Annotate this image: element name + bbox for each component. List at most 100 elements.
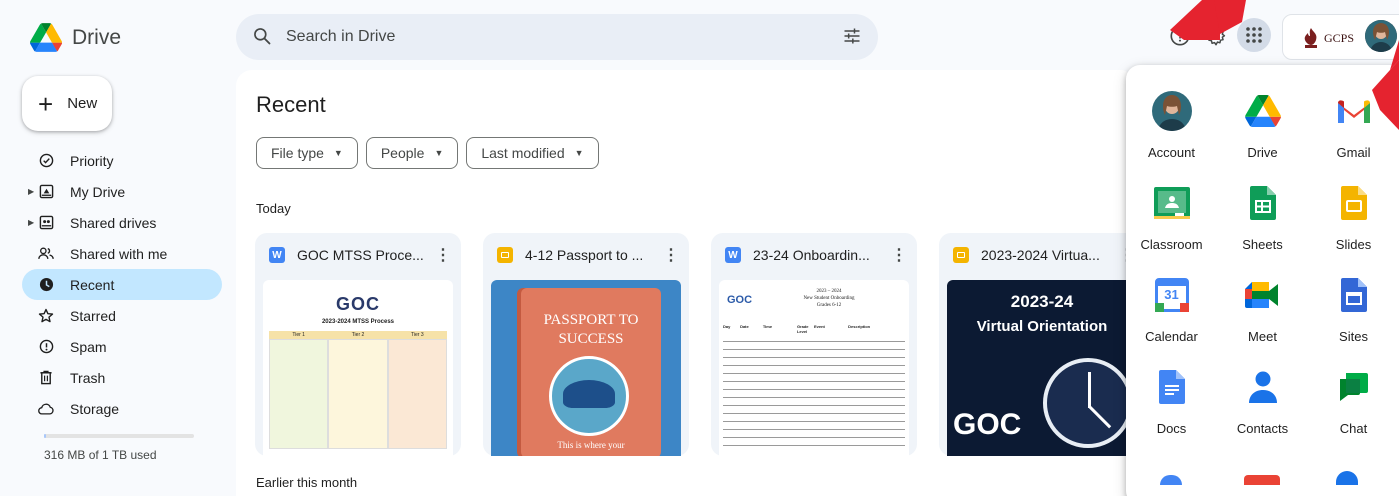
more-options-icon[interactable]: ⋮ [663,245,679,265]
sidebar-item-priority[interactable]: Priority [22,145,222,176]
main-content: Recent File type ▼ People ▼ Last modified ▼… [236,70,1145,496]
thumb-col: Time [762,324,773,329]
thumb-footer: This is where your [557,440,625,450]
file-thumbnail: PASSPORT TO SUCCESS This is where your [491,280,681,456]
more-options-icon[interactable]: ⋮ [435,245,451,265]
app-slides[interactable]: Slides [1308,181,1399,259]
drive-icon [1243,91,1283,131]
annotation-arrow-icon [1372,40,1399,130]
app-label: Chat [1339,421,1368,436]
google-apps-panel: Account Drive Gmail Classroom Sheets Sli… [1126,65,1399,496]
file-card[interactable]: 2023-2024 Virtua... ⋮ 2023-24 Virtual Or… [939,233,1145,456]
thumb-table-header: Tier 1 Tier 2 Tier 3 [269,331,447,339]
file-card[interactable]: 4-12 Passport to ... ⋮ PASSPORT TO SUCCE… [483,233,689,456]
calendar-date: 31 [1164,287,1179,302]
thumb-logo: GOC [953,408,1022,441]
search-icon[interactable] [252,26,272,51]
file-thumbnail: GOC 2023 – 2024 New Student Onboarding G… [719,280,909,456]
section-today: Today [256,201,291,216]
file-card-header: W 23-24 Onboardin... ⋮ [725,245,907,265]
my-drive-icon [38,184,54,200]
org-logo: GCPS [1301,27,1354,49]
file-card-header: 2023-2024 Virtua... ⋮ [953,245,1135,265]
shared-drives-icon [38,215,54,231]
slides-file-icon [953,247,969,263]
app-sheets[interactable]: Sheets [1217,181,1308,259]
thumb-title-line: Grades 6-12 [816,303,842,308]
filter-label: People [380,145,425,161]
sidebar-item-recent[interactable]: Recent [22,269,222,300]
app-account[interactable]: Account [1126,89,1217,167]
sidebar-item-label: Starred [70,307,116,324]
drive-window: Drive GCPS [0,0,1399,496]
app-label: Gmail [1336,145,1371,160]
sidebar-item-label: Priority [70,152,114,169]
more-options-icon[interactable]: ⋮ [891,245,907,265]
app-calendar[interactable]: 31 Calendar [1126,273,1217,351]
app-label: Sheets [1242,237,1283,252]
thumb-logo: GOC [727,294,753,306]
thumb-col: Description [848,324,871,329]
docs-icon [1152,367,1192,407]
sidebar-item-trash[interactable]: Trash [22,362,222,393]
file-name: 4-12 Passport to ... [525,247,644,263]
app-label: Slides [1335,237,1372,252]
sidebar-item-shared-with-me[interactable]: Shared with me [22,238,222,269]
sidebar-item-my-drive[interactable]: ▶ My Drive [22,176,222,207]
thumb-title-line: 2023 – 2024 [816,289,842,294]
app-sites[interactable]: Sites [1308,273,1399,351]
search-bar[interactable] [236,14,878,60]
thumb-col: Grade Level [796,324,809,334]
sidebar-item-starred[interactable]: Starred [22,300,222,331]
file-name: 2023-2024 Virtua... [981,247,1100,263]
new-button-label: New [67,95,98,112]
thumb-col: Tier 1 [269,331,329,339]
sidebar-item-shared-drives[interactable]: ▶ Shared drives [22,207,222,238]
classroom-icon [1152,183,1192,223]
org-label: GCPS [1324,30,1355,45]
chat-icon [1334,367,1374,407]
thumb-col: Date [740,324,749,329]
plus-icon: + [38,88,54,119]
filter-last-modified[interactable]: Last modified ▼ [466,137,599,169]
app-drive[interactable]: Drive [1217,89,1308,167]
thumb-title: 2023-2024 MTSS Process [321,319,395,325]
app-label: Docs [1156,421,1187,436]
app-meet[interactable]: Meet [1217,273,1308,351]
storage-usage-text: 316 MB of 1 TB used [44,448,157,462]
thumb-line2: SUCCESS [558,331,624,347]
sidebar-item-storage[interactable]: Storage [22,393,222,424]
sidebar-item-label: My Drive [70,183,126,200]
sheets-icon [1243,183,1283,223]
sidebar-item-spam[interactable]: Spam [22,331,222,362]
filter-chips: File type ▼ People ▼ Last modified ▼ [256,137,599,169]
thumb-logo: GOC [335,294,380,314]
filter-file-type[interactable]: File type ▼ [256,137,358,169]
search-options-icon[interactable] [842,26,862,51]
storage-usage-bar [44,434,194,438]
app-chat[interactable]: Chat [1308,365,1399,443]
app-label: Sites [1339,329,1368,344]
sidebar-item-label: Storage [70,400,120,417]
expand-caret-icon[interactable]: ▶ [28,218,34,227]
file-card[interactable]: W 23-24 Onboardin... ⋮ GOC 2023 – 2024 N… [711,233,917,456]
file-card[interactable]: W GOC MTSS Proce... ⋮ GOC 2023-2024 MTSS… [255,233,461,456]
file-thumbnail: 2023-24 Virtual Orientation GOC [947,280,1137,456]
filter-people[interactable]: People ▼ [365,137,459,169]
app-contacts[interactable]: Contacts [1217,365,1308,443]
thumb-line1: 2023-24 [1010,292,1074,311]
expand-caret-icon[interactable]: ▶ [28,187,34,196]
app-label: Contacts [1236,421,1289,436]
sidebar-nav: Priority ▶ My Drive ▶ Shared drives Shar… [22,145,222,424]
drive-logo[interactable]: Drive [30,23,121,52]
app-docs[interactable]: Docs [1126,365,1217,443]
trash-icon [38,370,54,386]
account-avatar-icon [1151,91,1192,131]
app-label: Meet [1248,329,1277,344]
app-classroom[interactable]: Classroom [1126,181,1217,259]
meet-icon [1243,275,1283,315]
page-title: Recent [256,92,326,117]
new-button[interactable]: + New [22,76,112,131]
partial-app-icon [1244,475,1280,485]
search-input[interactable] [286,22,786,52]
